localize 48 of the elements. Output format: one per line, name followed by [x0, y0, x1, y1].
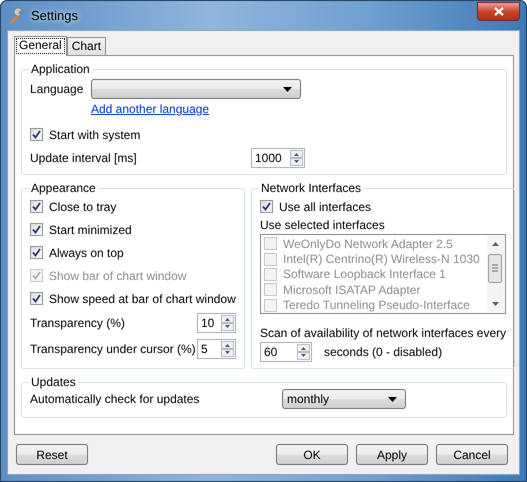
close-icon [494, 7, 504, 16]
field-label: Transparency under cursor (%) [30, 342, 196, 356]
field-label: Update interval [ms] [30, 151, 137, 165]
spin-arrows-icon [221, 341, 234, 357]
button[interactable]: OK [276, 444, 348, 465]
caret-icon [388, 396, 397, 402]
wrench-icon [9, 8, 25, 24]
field-label: Transparency (%) [30, 316, 125, 330]
list-label: Use selected interfaces [260, 218, 386, 232]
field-label: Automatically check for updates [30, 392, 200, 406]
checkbox-label: Always on top [49, 246, 124, 260]
number-field[interactable]: 5 [197, 339, 236, 359]
spin-arrows-icon [297, 344, 310, 360]
number-field[interactable]: 1000 [251, 148, 305, 168]
tab[interactable]: Chart [66, 37, 106, 55]
checkbox[interactable] [260, 200, 273, 213]
field-label: seconds (0 - disabled) [324, 345, 442, 359]
checkbox-label: Show speed at bar of chart window [49, 292, 236, 306]
checkbox[interactable] [30, 223, 43, 236]
window-title: Settings [31, 8, 78, 23]
number-field[interactable]: 10 [197, 313, 236, 333]
dropdown[interactable] [91, 79, 301, 99]
button[interactable]: Cancel [436, 444, 508, 465]
group-title: Appearance [30, 181, 97, 195]
link[interactable]: Add another language [91, 102, 210, 116]
checkbox-label: Use all interfaces [279, 200, 372, 214]
checkbox[interactable] [30, 292, 43, 305]
checkbox-label: Show bar of chart window [49, 268, 186, 282]
spin-arrows-icon [290, 150, 303, 166]
caret-icon [283, 86, 292, 92]
group-title: Network Interfaces [260, 181, 362, 195]
checkbox-label: Start with system [49, 128, 140, 142]
checkbox-label: Close to tray [49, 200, 116, 214]
checkbox[interactable] [30, 200, 43, 213]
dropdown[interactable]: monthly [282, 389, 406, 409]
checkbox-label: Start minimized [49, 222, 132, 236]
checkbox[interactable] [30, 246, 43, 259]
spin-arrows-icon [221, 315, 234, 331]
button[interactable]: Reset [16, 444, 88, 465]
button[interactable]: Apply [356, 444, 428, 465]
group-title: Updates [30, 375, 77, 389]
tab[interactable]: General [14, 36, 67, 56]
group-title: Application [30, 62, 91, 76]
close-button[interactable] [477, 2, 520, 21]
number-field[interactable]: 60 [260, 342, 312, 362]
checkbox[interactable] [30, 128, 43, 141]
field-label: Scan of availability of network interfaces every [260, 326, 506, 340]
field-label: Language [30, 82, 84, 96]
